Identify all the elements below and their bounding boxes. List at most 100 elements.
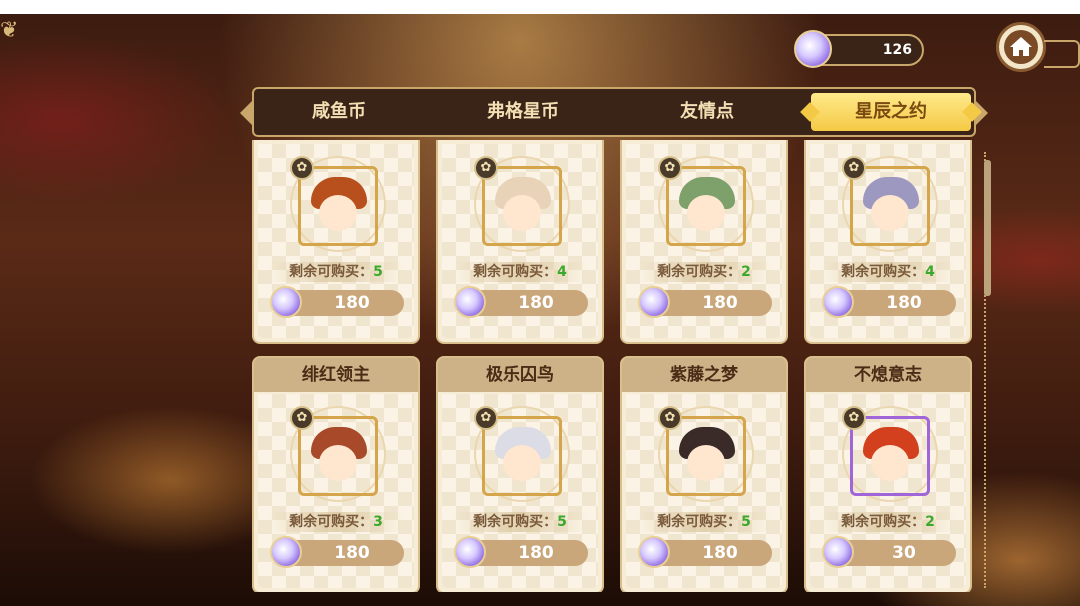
shop-card[interactable]: ✿ 剩余可购买：2 180 (620, 140, 788, 344)
portrait-face (503, 195, 541, 231)
portrait-face (319, 195, 357, 231)
remaining-label: 剩余可购买： (657, 264, 742, 280)
price-value: 180 (334, 293, 370, 313)
character-portrait (666, 166, 746, 246)
currency-amount: 126 (882, 42, 912, 58)
card-body: ✿ 剩余可购买：3 180 (258, 394, 414, 588)
remaining-count: 剩余可购买：5 (452, 512, 588, 532)
star-gem-icon (822, 286, 854, 318)
tab-xianyu-coin[interactable]: 咸鱼币 (254, 89, 424, 135)
tab-left-arrow-icon (240, 101, 252, 125)
shop-card[interactable]: 不熄意志 ✿ 剩余可购买：2 30 (804, 356, 972, 592)
star-gem-icon (454, 286, 486, 318)
rank-badge-icon: ✿ (290, 406, 314, 430)
remaining-number: 5 (557, 514, 567, 530)
shop-card[interactable]: ✿ 剩余可购买：4 180 (436, 140, 604, 344)
tab-fuge-star-coin[interactable]: 弗格星币 (438, 89, 608, 135)
home-frame-decoration (1044, 40, 1080, 68)
remaining-label: 剩余可购买： (289, 514, 374, 530)
price-button[interactable]: 180 (454, 536, 588, 568)
price-value: 180 (702, 543, 738, 563)
character-portrait (666, 416, 746, 496)
character-portrait (850, 166, 930, 246)
price-value: 180 (702, 293, 738, 313)
remaining-label: 剩余可购买： (473, 264, 558, 280)
character-portrait (850, 416, 930, 496)
price-value: 30 (892, 543, 916, 563)
portrait-face (503, 445, 541, 481)
shop-card[interactable]: 极乐囚鸟 ✿ 剩余可购买：5 180 (436, 356, 604, 592)
card-body: ✿ 剩余可购买：5 180 (258, 144, 414, 338)
rank-badge-icon: ✿ (290, 156, 314, 180)
card-body: ✿ 剩余可购买：4 180 (442, 144, 598, 338)
price-value: 180 (518, 543, 554, 563)
remaining-number: 5 (373, 264, 383, 280)
portrait-face (319, 445, 357, 481)
remaining-count: 剩余可购买：4 (820, 262, 956, 282)
price-button[interactable]: 180 (638, 286, 772, 318)
star-gem-icon (638, 536, 670, 568)
price-button[interactable]: 180 (822, 286, 956, 318)
remaining-label: 剩余可购买： (289, 264, 374, 280)
home-button[interactable] (996, 22, 1046, 72)
character-portrait (482, 416, 562, 496)
card-body: ✿ 剩余可购买：2 30 (810, 394, 966, 588)
shop-card[interactable]: 绯红领主 ✿ 剩余可购买：3 180 (252, 356, 420, 592)
remaining-number: 2 (741, 264, 751, 280)
portrait-face (871, 195, 909, 231)
card-body: ✿ 剩余可购买：2 180 (626, 144, 782, 338)
character-portrait (298, 166, 378, 246)
remaining-count: 剩余可购买：5 (268, 262, 404, 282)
price-button[interactable]: 180 (270, 536, 404, 568)
remaining-label: 剩余可购买： (657, 514, 742, 530)
rank-badge-icon: ✿ (842, 406, 866, 430)
shop-grid[interactable]: ✿ 剩余可购买：5 180 ✿ 剩余可购买：4 180 ✿ 剩余可购买：2 18… (252, 140, 982, 592)
remaining-number: 5 (741, 514, 751, 530)
shop-card[interactable]: ✿ 剩余可购买：5 180 (252, 140, 420, 344)
top-strip (0, 0, 1080, 14)
portrait-face (687, 195, 725, 231)
tab-star-promise[interactable]: 星辰之约 (811, 93, 971, 131)
price-button[interactable]: 180 (270, 286, 404, 318)
scroll-thumb[interactable] (984, 160, 991, 296)
card-body: ✿ 剩余可购买：5 180 (626, 394, 782, 588)
item-title: 紫藤之梦 (622, 358, 786, 392)
item-title: 绯红领主 (254, 358, 418, 392)
shop-card[interactable]: 紫藤之梦 ✿ 剩余可购买：5 180 (620, 356, 788, 592)
remaining-label: 剩余可购买： (841, 514, 926, 530)
remaining-number: 4 (557, 264, 567, 280)
remaining-count: 剩余可购买：3 (268, 512, 404, 532)
portrait-face (687, 445, 725, 481)
character-portrait (482, 166, 562, 246)
home-icon (1010, 37, 1032, 56)
remaining-count: 剩余可购买：2 (820, 512, 956, 532)
price-value: 180 (518, 293, 554, 313)
price-button[interactable]: 180 (638, 536, 772, 568)
remaining-label: 剩余可购买： (841, 264, 926, 280)
item-title: 极乐囚鸟 (438, 358, 602, 392)
price-button[interactable]: 30 (822, 536, 956, 568)
remaining-label: 剩余可购买： (473, 514, 558, 530)
star-gem-icon (454, 536, 486, 568)
remaining-count: 剩余可购买：2 (636, 262, 772, 282)
corner-ornament-icon: ❦ (0, 18, 19, 43)
tab-friendship-points[interactable]: 友情点 (622, 89, 792, 135)
tab-bar: 咸鱼币 弗格星币 友情点 星辰之约 (240, 87, 988, 137)
card-body: ✿ 剩余可购买：4 180 (810, 144, 966, 338)
portrait-face (871, 445, 909, 481)
remaining-number: 4 (925, 264, 935, 280)
rank-badge-icon: ✿ (474, 156, 498, 180)
currency-display: 126 (794, 30, 924, 68)
card-body: ✿ 剩余可购买：5 180 (442, 394, 598, 588)
shop-card[interactable]: ✿ 剩余可购买：4 180 (804, 140, 972, 344)
star-gem-icon (638, 286, 670, 318)
item-title: 不熄意志 (806, 358, 970, 392)
remaining-count: 剩余可购买：4 (452, 262, 588, 282)
price-button[interactable]: 180 (454, 286, 588, 318)
price-value: 180 (334, 543, 370, 563)
rank-badge-icon: ✿ (658, 406, 682, 430)
price-value: 180 (886, 293, 922, 313)
star-gem-icon (270, 536, 302, 568)
character-portrait (298, 416, 378, 496)
remaining-number: 2 (925, 514, 935, 530)
